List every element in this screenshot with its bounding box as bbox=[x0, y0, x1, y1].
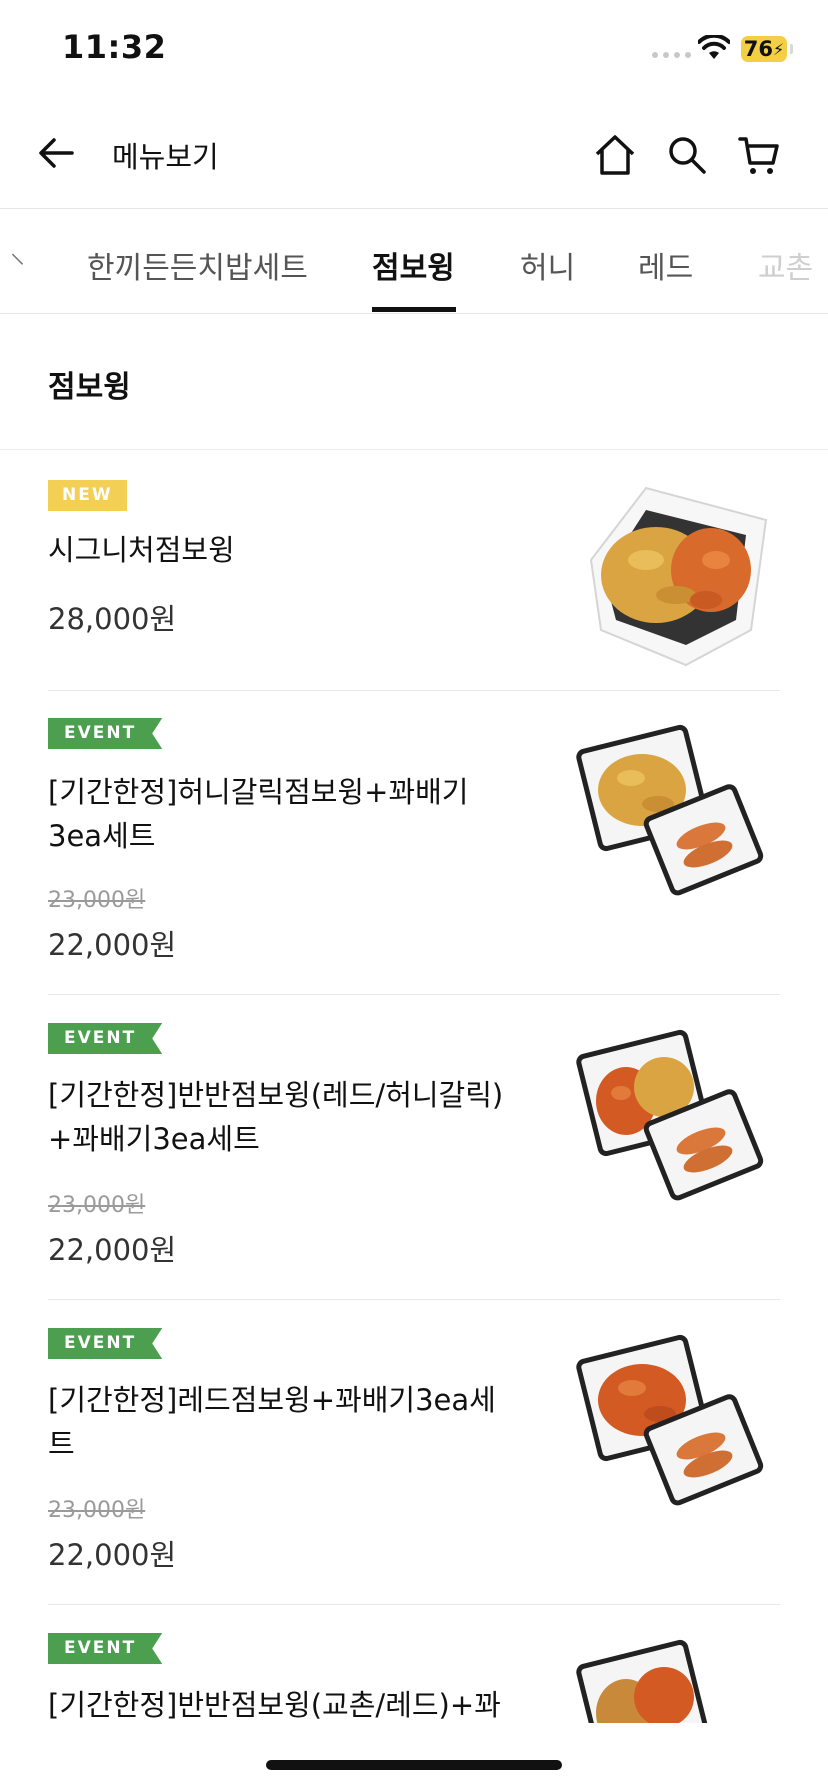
back-arrow-icon[interactable] bbox=[34, 130, 80, 176]
half-half-red-honey-set-product-image bbox=[576, 1029, 764, 1201]
status-time: 11:32 bbox=[62, 28, 167, 66]
tab-kyochon[interactable]: 교촌 bbox=[758, 243, 813, 287]
battery-level: 76 bbox=[743, 37, 773, 61]
tab-jumbo-wing[interactable]: 점보윙 bbox=[372, 243, 455, 287]
tab-honey[interactable]: 허니 bbox=[520, 243, 575, 287]
tab-set-meal[interactable]: 한끼든든치밥세트 bbox=[87, 243, 308, 287]
event-badge: EVENT bbox=[48, 718, 162, 749]
tab-red[interactable]: 레드 bbox=[638, 243, 693, 287]
item-divider bbox=[48, 1299, 780, 1300]
item-name-line2: +꽈배기3ea세트 bbox=[48, 1122, 260, 1156]
section-divider bbox=[0, 449, 828, 450]
menu-item[interactable]: EVENT [기간한정]반반점보윙(교촌/레드)+꽈 bbox=[48, 1633, 780, 1723]
home-icon[interactable] bbox=[592, 132, 638, 178]
menu-item[interactable]: EVENT [기간한정]반반점보윙(레드/허니갈릭) +꽈배기3ea세트 23,… bbox=[48, 1023, 780, 1300]
search-icon[interactable] bbox=[664, 132, 710, 178]
item-name-line1: [기간한정]반반점보윙(레드/허니갈릭) bbox=[48, 1078, 504, 1112]
red-jumbo-wing-set-product-image bbox=[576, 1334, 764, 1506]
item-name-line2: 3ea세트 bbox=[48, 819, 156, 853]
item-divider bbox=[48, 994, 780, 995]
cart-icon[interactable] bbox=[736, 132, 782, 178]
event-badge: EVENT bbox=[48, 1328, 162, 1359]
category-tabs: ⸌ 한끼든든치밥세트 점보윙 허니 레드 교촌 bbox=[0, 208, 828, 314]
item-name-line1: [기간한정]반반점보윙(교촌/레드)+꽈 bbox=[48, 1688, 501, 1722]
item-name-line2: 트 bbox=[48, 1427, 75, 1461]
battery-indicator: 76 ⚡ bbox=[741, 36, 793, 62]
menu-item[interactable]: NEW 시그니처점보윙 28,000원 bbox=[48, 480, 780, 691]
charging-bolt-icon: ⚡ bbox=[773, 39, 785, 59]
menu-item[interactable]: EVENT [기간한정]레드점보윙+꽈배기3ea세 트 23,000원 22,0… bbox=[48, 1328, 780, 1605]
half-half-kyochon-red-product-image bbox=[576, 1639, 710, 1723]
new-badge: NEW bbox=[48, 480, 127, 511]
item-price: 22,000원 bbox=[48, 1233, 177, 1267]
tab-partial-left[interactable]: ⸌ bbox=[10, 243, 25, 284]
honey-garlic-set-product-image bbox=[576, 724, 764, 896]
status-bar: 11:32 76 ⚡ bbox=[0, 0, 828, 100]
item-original-price: 23,000원 bbox=[48, 888, 146, 913]
item-divider bbox=[48, 690, 780, 691]
event-badge: EVENT bbox=[48, 1023, 162, 1054]
item-name: 시그니처점보윙 bbox=[48, 533, 235, 567]
item-price: 22,000원 bbox=[48, 928, 177, 962]
item-name-line1: [기간한정]레드점보윙+꽈배기3ea세 bbox=[48, 1383, 496, 1417]
item-name-line1: [기간한정]허니갈릭점보윙+꽈배기 bbox=[48, 775, 469, 809]
item-price: 28,000원 bbox=[48, 602, 177, 636]
menu-item[interactable]: EVENT [기간한정]허니갈릭점보윙+꽈배기 3ea세트 23,000원 22… bbox=[48, 718, 780, 995]
item-price: 22,000원 bbox=[48, 1538, 177, 1572]
page-title: 메뉴보기 bbox=[112, 140, 219, 174]
event-badge: EVENT bbox=[48, 1633, 162, 1664]
active-tab-indicator bbox=[372, 307, 456, 312]
section-title: 점보윙 bbox=[48, 370, 131, 405]
top-navigation-bar: 메뉴보기 bbox=[0, 110, 828, 210]
item-original-price: 23,000원 bbox=[48, 1193, 146, 1218]
cellular-signal-icon bbox=[652, 52, 691, 58]
home-indicator bbox=[266, 1760, 562, 1770]
wifi-icon bbox=[698, 35, 730, 59]
jumbo-wing-product-image bbox=[589, 486, 768, 667]
item-original-price: 23,000원 bbox=[48, 1498, 146, 1523]
item-divider bbox=[48, 1604, 780, 1605]
